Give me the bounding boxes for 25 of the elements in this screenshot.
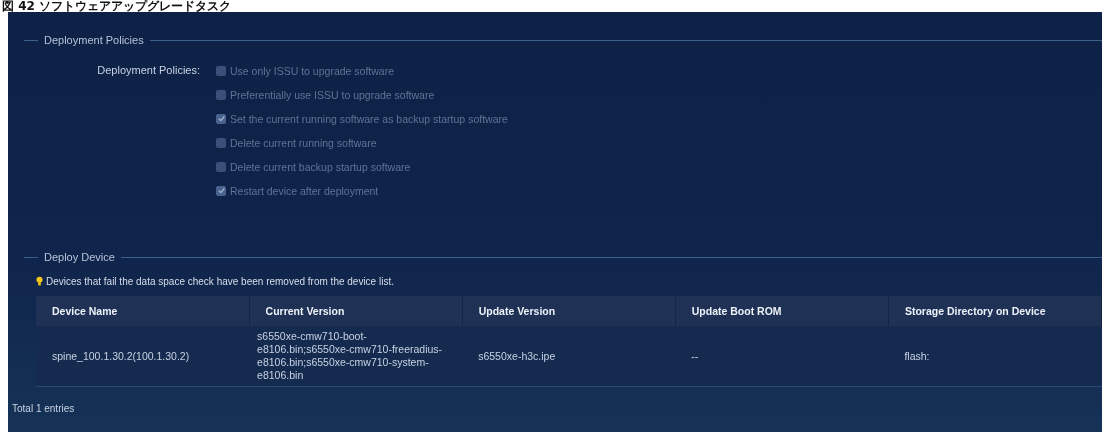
table-cell: spine_100.1.30.2(100.1.30.2) (36, 326, 250, 387)
column-header: Update Boot ROM (675, 296, 889, 326)
check-icon (216, 114, 226, 123)
section-title: Deployment Policies (44, 34, 144, 46)
checkbox-option: Restart device after deployment (216, 183, 508, 198)
section-title: Deploy Device (44, 251, 115, 263)
checkbox-option: Set the current running software as backup startup software (216, 111, 508, 126)
lightbulb-icon (36, 276, 43, 287)
table-cell: -- (675, 326, 889, 387)
table-cell: s6550xe-cmw710-boot-e8106.bin;s6550xe-cmw710-freeradius-e8106.bin;s6550xe-cmw710-system-e8106.bin (249, 326, 463, 387)
checkbox-option: Preferentially use ISSU to upgrade software (216, 87, 508, 102)
checkbox-option: Use only ISSU to upgrade software (216, 63, 508, 78)
checkbox-option: Delete current backup startup software (216, 159, 508, 174)
column-header: Device Name (36, 296, 250, 326)
column-header: Update Version (462, 296, 676, 326)
total-count: Total 1 entries (12, 403, 76, 414)
checkbox-option: Delete current running software (216, 135, 508, 150)
check-icon (216, 186, 226, 195)
field-label: Deployment Policies: (96, 63, 201, 78)
table-cell: flash: (888, 326, 1102, 387)
tip-text: Devices that fail the data space check have been removed from the device list. (46, 276, 394, 287)
figure-caption: 図 42 ソフトウェアアップグレードタスク (1, 0, 233, 12)
table-cell: s6550xe-h3c.ipe (462, 326, 676, 387)
column-header: Storage Directory on Device (888, 296, 1102, 326)
column-header: Current Version (249, 296, 463, 326)
